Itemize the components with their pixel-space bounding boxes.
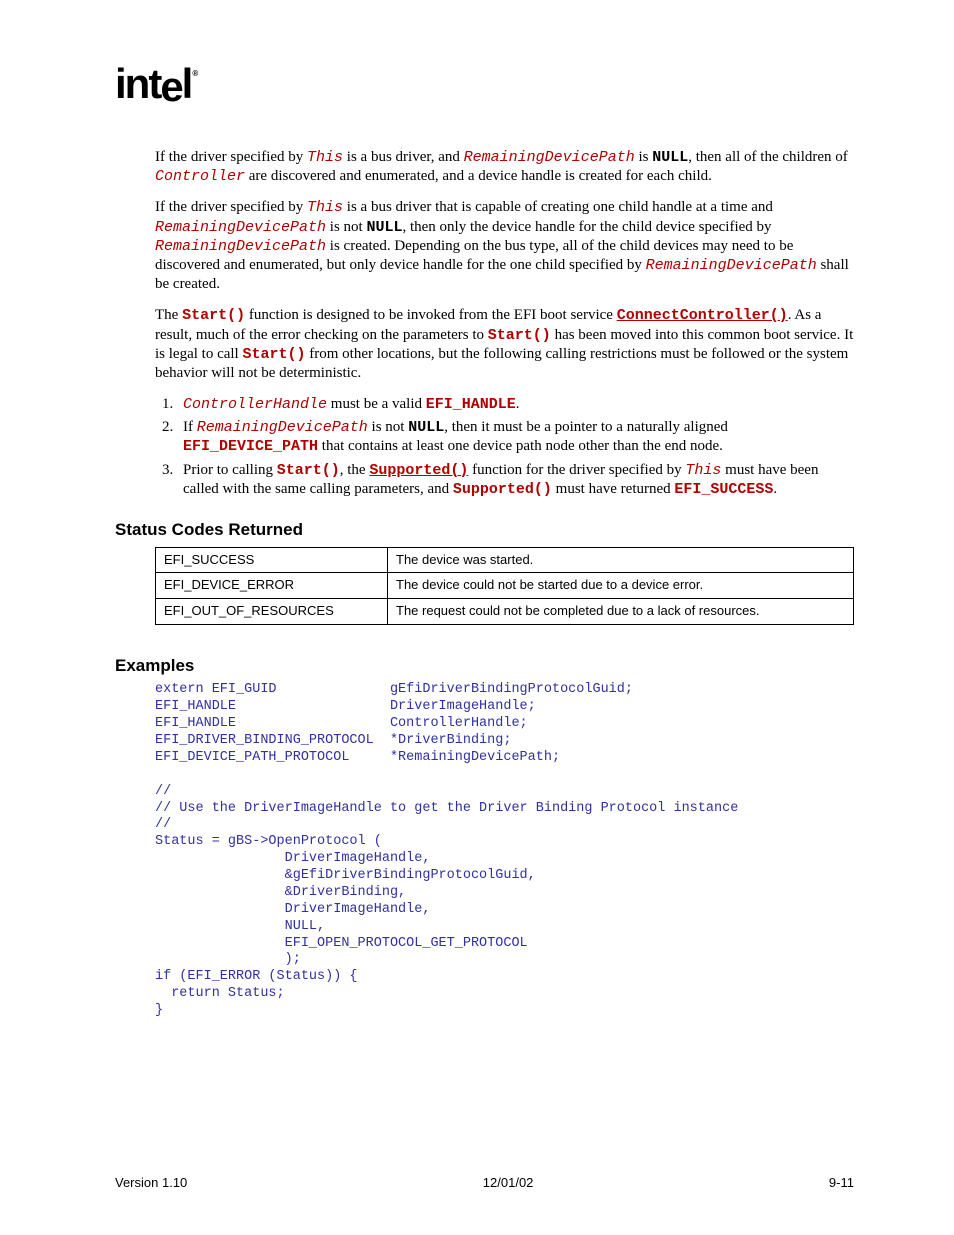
status-desc: The device could not be started due to a…: [388, 573, 854, 599]
section-heading-status: Status Codes Returned: [115, 519, 854, 541]
text: .: [516, 396, 520, 412]
code-term: ControllerHandle: [183, 396, 327, 413]
code-term: Controller: [155, 168, 245, 185]
text: .: [773, 481, 777, 497]
text: are discovered and enumerated, and a dev…: [245, 168, 712, 184]
text: that contains at least one device path n…: [318, 438, 723, 454]
intel-logo: intel®: [115, 60, 854, 108]
code-term: This: [307, 199, 343, 216]
text: If: [183, 419, 197, 435]
list-item: Prior to calling Start(), the Supported(…: [177, 461, 854, 499]
body-content: If the driver specified by This is a bus…: [155, 148, 854, 1020]
code-term: NULL: [366, 219, 402, 236]
code-term: EFI_SUCCESS: [674, 481, 773, 498]
paragraph-1: If the driver specified by This is a bus…: [155, 148, 854, 186]
code-term: RemainingDevicePath: [646, 257, 817, 274]
text: , then it must be a pointer to a natural…: [444, 419, 728, 435]
document-page: intel® If the driver specified by This i…: [0, 0, 954, 1235]
status-code: EFI_OUT_OF_RESOURCES: [156, 599, 388, 625]
page-footer: Version 1.10 12/01/02 9-11: [115, 1175, 854, 1190]
text: function is designed to be invoked from …: [245, 307, 617, 323]
table-row: EFI_OUT_OF_RESOURCES The request could n…: [156, 599, 854, 625]
status-desc: The device was started.: [388, 547, 854, 573]
footer-version: Version 1.10: [115, 1175, 187, 1190]
code-term: RemainingDevicePath: [155, 238, 326, 255]
text: is not: [368, 419, 408, 435]
code-term: Start(): [488, 327, 551, 344]
text: is a bus driver that is capable of creat…: [343, 199, 773, 215]
text: , the: [340, 462, 370, 478]
code-term: RemainingDevicePath: [464, 149, 635, 166]
code-term: RemainingDevicePath: [155, 219, 326, 236]
text: Prior to calling: [183, 462, 277, 478]
list-item: ControllerHandle must be a valid EFI_HAN…: [177, 395, 854, 414]
status-code: EFI_DEVICE_ERROR: [156, 573, 388, 599]
table-row: EFI_SUCCESS The device was started.: [156, 547, 854, 573]
code-term: EFI_HANDLE: [426, 396, 516, 413]
text: is a bus driver, and: [343, 149, 464, 165]
text: , then only the device handle for the ch…: [402, 219, 771, 235]
status-desc: The request could not be completed due t…: [388, 599, 854, 625]
text: must have returned: [552, 481, 674, 497]
code-term: Start(): [277, 462, 340, 479]
text: is: [635, 149, 653, 165]
text: function for the driver specified by: [468, 462, 685, 478]
paragraph-2: If the driver specified by This is a bus…: [155, 198, 854, 294]
footer-page: 9-11: [829, 1175, 854, 1190]
code-term: Start(): [242, 346, 305, 363]
text: If the driver specified by: [155, 149, 307, 165]
status-codes-table: EFI_SUCCESS The device was started. EFI_…: [155, 547, 854, 625]
text: , then all of the children of: [688, 149, 848, 165]
table-row: EFI_DEVICE_ERROR The device could not be…: [156, 573, 854, 599]
restrictions-list: ControllerHandle must be a valid EFI_HAN…: [155, 395, 854, 499]
paragraph-3: The Start() function is designed to be i…: [155, 306, 854, 383]
code-link[interactable]: ConnectController(): [617, 307, 788, 324]
code-term: Supported(): [453, 481, 552, 498]
code-link[interactable]: Supported(): [369, 462, 468, 479]
section-heading-examples: Examples: [115, 655, 854, 677]
code-term: RemainingDevicePath: [197, 419, 368, 436]
text: is not: [326, 219, 366, 235]
list-item: If RemainingDevicePath is not NULL, then…: [177, 418, 854, 456]
code-term: NULL: [652, 149, 688, 166]
footer-date: 12/01/02: [483, 1175, 534, 1190]
status-code: EFI_SUCCESS: [156, 547, 388, 573]
code-term: This: [685, 462, 721, 479]
text: The: [155, 307, 182, 323]
text: If the driver specified by: [155, 199, 307, 215]
code-term: EFI_DEVICE_PATH: [183, 438, 318, 455]
code-term: This: [307, 149, 343, 166]
code-term: Start(): [182, 307, 245, 324]
code-block: extern EFI_GUID gEfiDriverBindingProtoco…: [155, 682, 854, 1020]
text: must be a valid: [327, 396, 426, 412]
code-term: NULL: [408, 419, 444, 436]
